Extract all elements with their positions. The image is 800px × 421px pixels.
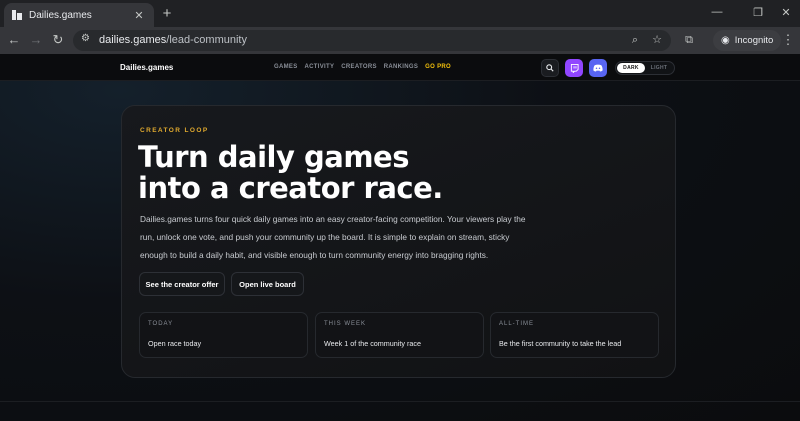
incognito-icon: ◉: [721, 35, 730, 46]
url-host: dailies.games: [99, 34, 167, 46]
stat-value: Be the first community to take the lead: [499, 339, 622, 348]
incognito-indicator[interactable]: ◉ Incognito: [713, 30, 782, 51]
creator-hero-card: CREATOR LOOP Turn daily games into a cre…: [121, 105, 676, 378]
site-favicon-icon: [12, 10, 22, 20]
browser-tab[interactable]: Dailies.games ✕: [4, 3, 154, 27]
site-nav: GAMES ACTIVITY CREATORS RANKINGS GO PRO: [274, 64, 451, 70]
hero-eyebrow: CREATOR LOOP: [140, 127, 209, 134]
stat-label: ALL-TIME: [499, 321, 535, 327]
site-logo[interactable]: Dailies.games: [120, 63, 173, 72]
tab-title: Dailies.games: [29, 9, 92, 21]
forward-arrow-icon[interactable]: →: [27, 31, 45, 49]
search-button[interactable]: [541, 59, 559, 77]
nav-creators[interactable]: CREATORS: [341, 64, 377, 70]
hero-headline: Turn daily games into a creator race.: [138, 142, 443, 204]
twitch-button[interactable]: [565, 59, 583, 77]
browser-toolbar: ← → ↻ ⚙ dailies.games/lead-community ⌕ ☆…: [0, 27, 800, 54]
close-window-icon[interactable]: ✕: [776, 6, 796, 19]
incognito-label: Incognito: [734, 35, 774, 46]
creator-offer-button[interactable]: See the creator offer: [139, 272, 225, 296]
browser-tab-bar: Dailies.games ✕ + — ❐ ✕: [0, 0, 800, 27]
hero-headline-line2: into a creator race.: [138, 171, 443, 205]
tab-close-icon[interactable]: ✕: [132, 9, 146, 22]
nav-rankings[interactable]: RANKINGS: [384, 64, 418, 70]
zoom-magnifier-icon[interactable]: ⌕: [627, 32, 643, 48]
stat-value: Week 1 of the community race: [324, 339, 421, 348]
theme-toggle[interactable]: DARK LIGHT: [615, 61, 675, 75]
stat-value: Open race today: [148, 339, 202, 348]
section-divider: [0, 401, 800, 402]
site-header: Dailies.games GAMES ACTIVITY CREATORS RA…: [0, 54, 800, 81]
open-live-board-button[interactable]: Open live board: [231, 272, 304, 296]
browser-menu-icon[interactable]: ⋮: [779, 31, 797, 49]
address-bar[interactable]: ⚙ dailies.games/lead-community ⌕ ☆: [73, 30, 671, 51]
theme-dark-option[interactable]: DARK: [617, 63, 645, 73]
search-icon: [546, 64, 554, 72]
hero-description: Dailies.games turns four quick daily gam…: [140, 214, 526, 260]
stat-label: TODAY: [148, 321, 174, 327]
stat-card-today: TODAY Open race today: [139, 312, 308, 358]
theme-light-option[interactable]: LIGHT: [645, 63, 673, 73]
url-text[interactable]: dailies.games/lead-community: [99, 34, 247, 46]
url-path: /lead-community: [166, 34, 247, 46]
stat-label: THIS WEEK: [324, 321, 367, 327]
discord-button[interactable]: [589, 59, 607, 77]
discord-icon: [593, 64, 603, 72]
nav-go-pro[interactable]: GO PRO: [425, 64, 451, 70]
new-tab-plus-icon[interactable]: +: [158, 5, 176, 23]
back-arrow-icon[interactable]: ←: [5, 31, 23, 49]
stat-card-all-time: ALL-TIME Be the first community to take …: [490, 312, 659, 358]
hero-headline-line1: Turn daily games: [138, 140, 409, 174]
twitch-icon: [570, 63, 579, 73]
restore-icon[interactable]: ❐: [748, 6, 768, 19]
reload-icon[interactable]: ↻: [49, 31, 67, 49]
minimize-icon[interactable]: —: [707, 6, 727, 18]
stat-card-this-week: THIS WEEK Week 1 of the community race: [315, 312, 484, 358]
tab-search-icon[interactable]: ⧉: [680, 31, 698, 49]
bookmark-star-icon[interactable]: ☆: [649, 32, 665, 48]
site-settings-icon[interactable]: ⚙: [81, 33, 93, 47]
nav-activity[interactable]: ACTIVITY: [305, 64, 335, 70]
page-viewport: Dailies.games GAMES ACTIVITY CREATORS RA…: [0, 54, 800, 421]
nav-games[interactable]: GAMES: [274, 64, 298, 70]
